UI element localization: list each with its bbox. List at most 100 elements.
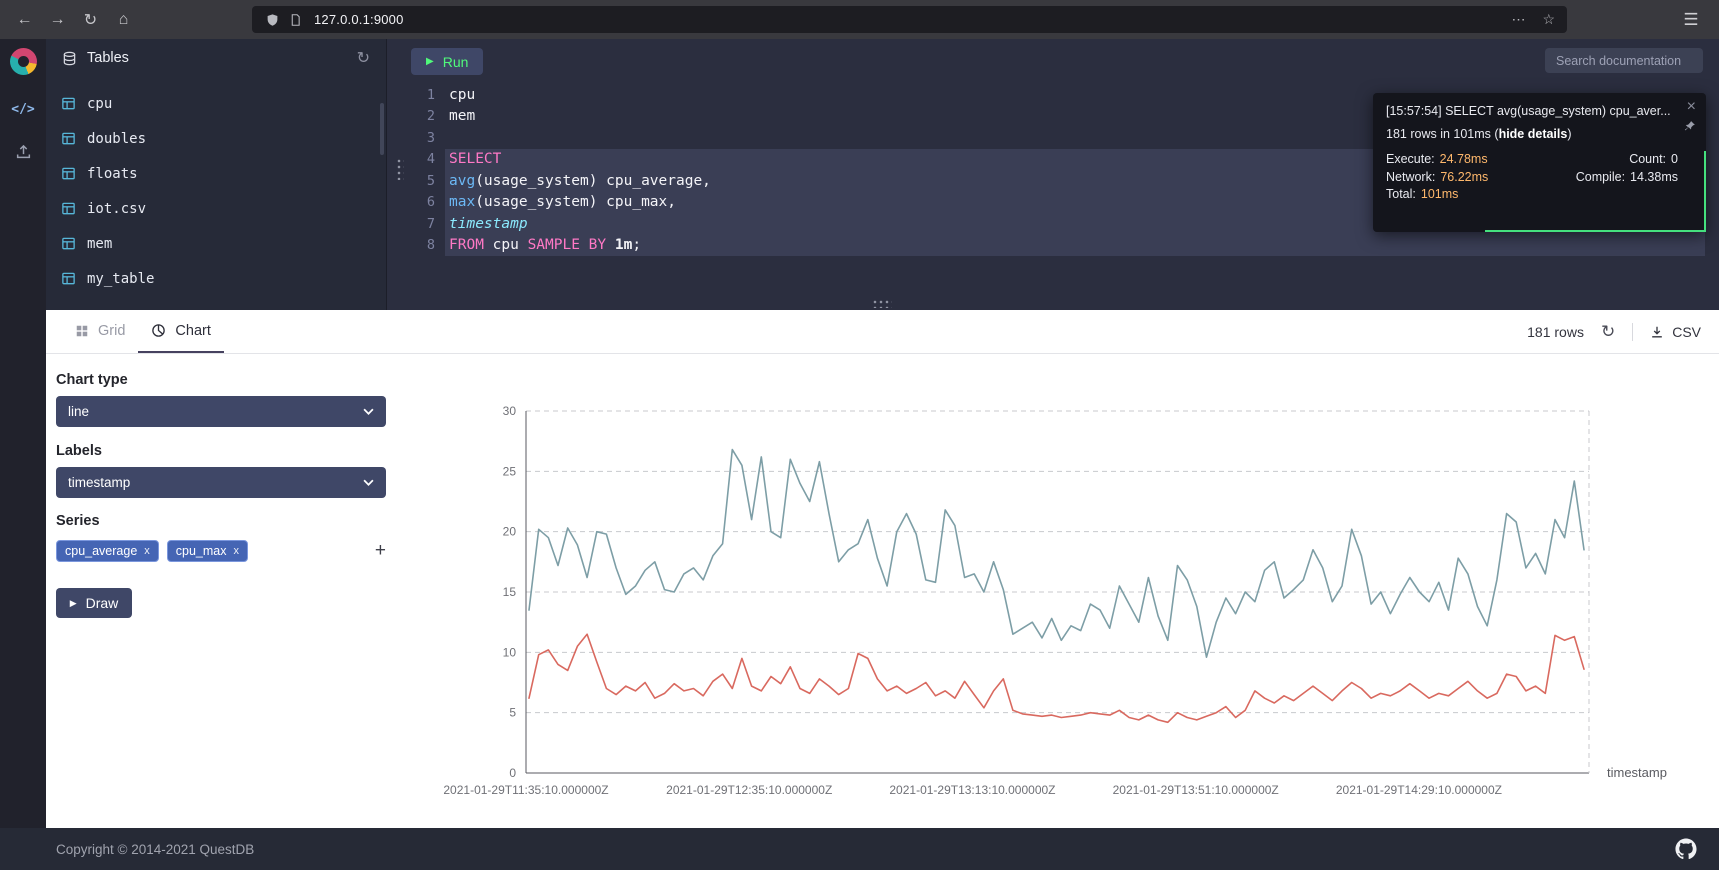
metric-label: Count: <box>1629 152 1666 166</box>
metric-label: Total: <box>1386 187 1416 201</box>
back-icon[interactable]: ← <box>10 5 39 34</box>
reload-icon[interactable]: ↻ <box>76 5 105 34</box>
svg-text:15: 15 <box>503 585 517 599</box>
table-icon <box>61 271 76 286</box>
code-line[interactable]: 8 FROM cpu SAMPLE BY 1m; <box>387 235 1719 257</box>
svg-text:0: 0 <box>509 766 516 780</box>
table-item[interactable]: mem <box>46 226 386 261</box>
line-number: 5 <box>387 173 435 189</box>
line-text: mem <box>435 108 475 124</box>
shield-icon[interactable] <box>266 13 279 27</box>
chevron-down-icon <box>363 408 374 415</box>
series-chips: cpu_average x cpu_max x <box>56 540 248 562</box>
chevron-down-icon <box>363 479 374 486</box>
chart-type-label: Chart type <box>56 372 128 388</box>
draw-button[interactable]: ▶ Draw <box>56 588 132 618</box>
svg-text:2021-01-29T14:29:10.000000Z: 2021-01-29T14:29:10.000000Z <box>1336 783 1502 797</box>
pie-chart-icon <box>151 323 166 338</box>
tab-grid-label: Grid <box>98 323 125 339</box>
results-pane: Grid Chart 181 rows ↻ CSV Chart type lin… <box>46 310 1719 828</box>
line-number: 6 <box>387 194 435 210</box>
table-item[interactable]: iot.csv <box>46 191 386 226</box>
chip-remove-icon[interactable]: x <box>144 545 150 557</box>
series-chip-label: cpu_max <box>176 544 227 558</box>
svg-text:2021-01-29T13:13:10.000000Z: 2021-01-29T13:13:10.000000Z <box>889 783 1055 797</box>
table-name: mem <box>87 236 112 252</box>
line-text: timestamp <box>435 216 528 232</box>
table-name: my_table <box>87 271 154 287</box>
labels-label: Labels <box>56 443 102 459</box>
bookmark-star-icon[interactable]: ☆ <box>1542 11 1555 28</box>
table-item[interactable]: cpu <box>46 86 386 121</box>
grid-icon <box>75 324 89 338</box>
tab-chart-label: Chart <box>175 323 210 339</box>
table-list: cpu doubles floats iot.csv mem my_table <box>46 77 386 296</box>
chart-type-select[interactable]: line <box>56 396 386 427</box>
series-chip-label: cpu_average <box>65 544 137 558</box>
table-icon <box>61 166 76 181</box>
line-number: 1 <box>387 87 435 103</box>
left-icon-rail: </> <box>0 39 46 870</box>
hamburger-menu-icon[interactable]: ☰ <box>1677 6 1705 34</box>
success-accent-right <box>1704 151 1706 232</box>
series-row: cpu_average x cpu_max x + <box>56 537 386 565</box>
tab-chart[interactable]: Chart <box>138 310 223 353</box>
url-text: 127.0.0.1:9000 <box>314 12 404 27</box>
csv-download-button[interactable]: CSV <box>1650 324 1701 340</box>
line-number: 3 <box>387 130 435 146</box>
line-text: max(usage_system) cpu_max, <box>435 194 676 210</box>
series-line-cpu_average <box>529 634 1584 722</box>
home-icon[interactable]: ⌂ <box>109 5 138 34</box>
chip-remove-icon[interactable]: x <box>234 545 240 557</box>
add-series-icon[interactable]: + <box>375 540 386 562</box>
popup-pin-icon[interactable] <box>1684 120 1696 132</box>
popup-summary: 181 rows in 101ms (hide details) <box>1373 118 1706 141</box>
line-text: avg(usage_system) cpu_average, <box>435 173 711 189</box>
github-icon[interactable] <box>1675 838 1697 860</box>
results-refresh-icon[interactable]: ↻ <box>1601 322 1615 342</box>
tables-refresh-icon[interactable]: ↻ <box>357 48 370 68</box>
line-number: 7 <box>387 216 435 232</box>
run-play-icon: ▶ <box>426 56 434 67</box>
address-bar[interactable]: 127.0.0.1:9000 ⋯ ☆ <box>252 6 1567 33</box>
svg-text:2021-01-29T11:35:10.000000Z: 2021-01-29T11:35:10.000000Z <box>443 783 608 797</box>
sidebar-scrollbar[interactable] <box>380 103 384 155</box>
chart-svg: 0510152025302021-01-29T11:35:10.000000Z2… <box>466 398 1719 818</box>
series-chip[interactable]: cpu_average x <box>56 540 159 562</box>
table-item[interactable]: doubles <box>46 121 386 156</box>
splitter-drag-handle[interactable] <box>872 299 892 308</box>
popup-close-icon[interactable]: × <box>1687 98 1696 116</box>
table-name: floats <box>87 166 138 182</box>
sql-console-nav-icon[interactable]: </> <box>11 102 34 117</box>
series-chip[interactable]: cpu_max x <box>167 540 248 562</box>
labels-select[interactable]: timestamp <box>56 467 386 498</box>
metric-value: 14.38ms <box>1630 170 1678 184</box>
hide-details-link[interactable]: hide details <box>1499 127 1568 141</box>
table-item[interactable]: floats <box>46 156 386 191</box>
metric-value: 24.78ms <box>1440 152 1488 166</box>
svg-text:25: 25 <box>503 464 517 478</box>
success-accent-bottom <box>1485 230 1706 232</box>
results-tabbar: Grid Chart 181 rows ↻ CSV <box>46 310 1719 354</box>
line-text: FROM cpu SAMPLE BY 1m; <box>435 237 641 253</box>
metric-value: 101ms <box>1421 187 1459 201</box>
database-icon <box>62 51 77 66</box>
tab-grid[interactable]: Grid <box>62 310 138 353</box>
page-info-icon[interactable] <box>289 13 302 27</box>
svg-text:5: 5 <box>509 706 516 720</box>
chart-type-value: line <box>68 404 89 419</box>
page-actions-icon[interactable]: ⋯ <box>1511 11 1525 28</box>
summary-suffix: ) <box>1567 127 1571 141</box>
query-metric-row: Network:76.22ms Compile:14.38ms <box>1386 169 1693 187</box>
line-number: 8 <box>387 237 435 253</box>
svg-text:2021-01-29T13:51:10.000000Z: 2021-01-29T13:51:10.000000Z <box>1113 783 1279 797</box>
questdb-logo[interactable] <box>10 48 37 75</box>
table-item[interactable]: my_table <box>46 261 386 296</box>
run-button[interactable]: ▶ Run <box>411 48 483 75</box>
forward-icon[interactable]: → <box>43 5 72 34</box>
svg-text:2021-01-29T12:35:10.000000Z: 2021-01-29T12:35:10.000000Z <box>666 783 832 797</box>
labels-value: timestamp <box>68 475 130 490</box>
search-documentation-input[interactable] <box>1545 48 1703 73</box>
import-upload-icon[interactable] <box>15 143 32 160</box>
metric-value: 0 <box>1671 152 1678 166</box>
